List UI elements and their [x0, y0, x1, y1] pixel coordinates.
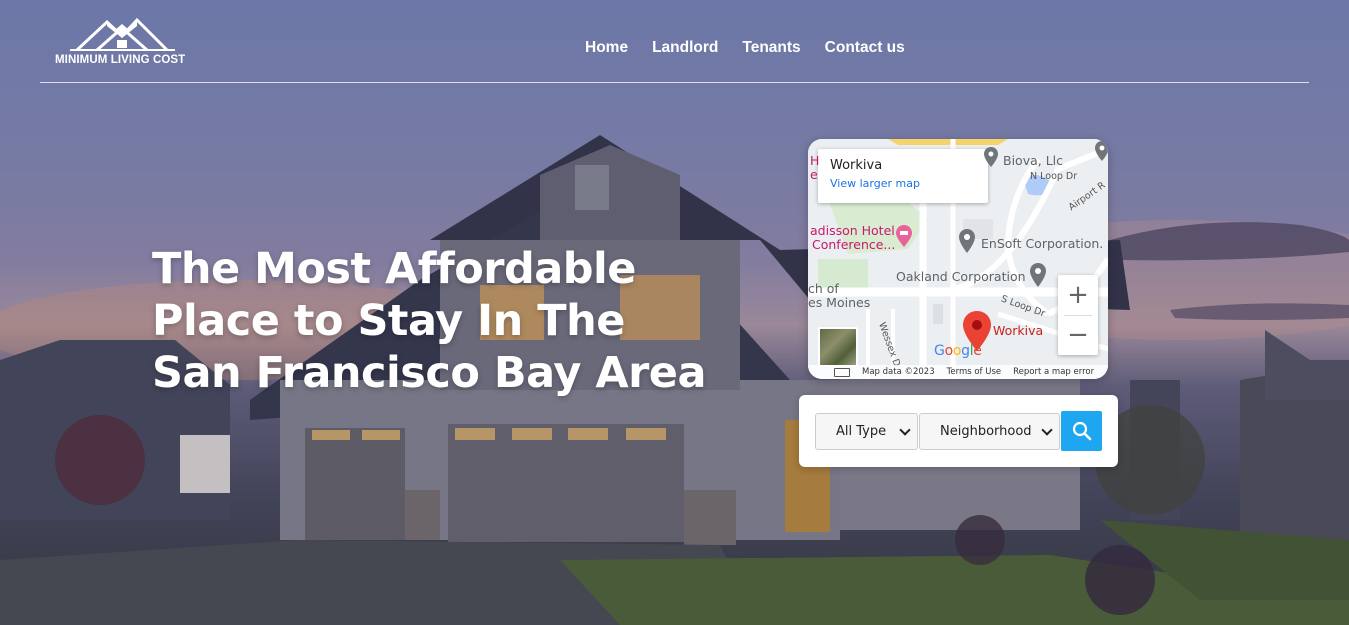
search-button[interactable] — [1061, 411, 1102, 451]
neighborhood-select[interactable]: Neighborhood — [919, 413, 1060, 450]
view-larger-map-link[interactable]: View larger map — [830, 177, 976, 190]
map-label-church-2: es Moines — [808, 295, 871, 310]
map-label-radisson-2: Conference... — [812, 237, 896, 252]
map-zoom-controls: + − — [1058, 275, 1098, 355]
headline-line-2: Place to Stay In The — [152, 296, 625, 346]
map-attribution: Map data ©2023 Terms of Use Report a map… — [808, 365, 1108, 379]
property-search-bar: All Type Neighborhood — [799, 395, 1118, 467]
nav-landlord[interactable]: Landlord — [652, 39, 718, 57]
chevron-down-icon — [1041, 424, 1053, 436]
nav-tenants[interactable]: Tenants — [742, 39, 800, 57]
report-map-error-link[interactable]: Report a map error — [1013, 367, 1094, 377]
zoom-out-button[interactable]: − — [1058, 315, 1098, 355]
type-select-value: All Type — [836, 424, 887, 439]
map-label-ensoft: EnSoft Corporation. — [981, 236, 1104, 251]
place-name: Workiva — [830, 158, 883, 173]
map-label-radisson-1: adisson Hotel — [810, 223, 895, 238]
terms-of-use-link[interactable]: Terms of Use — [947, 367, 1002, 377]
map-label-church-1: ch of — [808, 281, 839, 296]
map-label-n-loop: N Loop Dr — [1030, 171, 1078, 182]
logo-text: MINIMUM LIVING COST — [55, 54, 186, 66]
embedded-map[interactable]: Workiva View larger map H e Biova, Llc N… — [808, 139, 1108, 379]
hero-headline: The Most Affordable Place to Stay In The… — [152, 243, 752, 399]
nav-contact-us[interactable]: Contact us — [825, 39, 905, 57]
house-logo-icon — [70, 17, 175, 52]
zoom-in-button[interactable]: + — [1058, 275, 1098, 315]
ensoft-pin-icon — [959, 229, 975, 253]
map-label-biova: Biova, Llc — [1003, 153, 1064, 168]
google-logo: Google — [934, 343, 982, 359]
search-icon — [1072, 421, 1091, 441]
headline-line-3: San Francisco Bay Area — [152, 348, 706, 398]
site-logo[interactable]: MINIMUM LIVING COST — [55, 16, 205, 70]
hotel-pin-icon — [896, 225, 912, 247]
map-pin-icon — [1095, 141, 1108, 161]
nav-home[interactable]: Home — [585, 39, 628, 57]
keyboard-icon[interactable] — [834, 367, 850, 377]
oakland-pin-icon — [1030, 263, 1046, 287]
place-info-card: Workiva View larger map — [818, 149, 988, 203]
map-label-oakland: Oakland Corporation — [896, 269, 1026, 284]
map-data-text: Map data ©2023 — [862, 367, 935, 377]
map-label-e: e — [810, 167, 818, 182]
map-label-workiva: Workiva — [993, 323, 1044, 338]
biova-pin-icon — [984, 147, 998, 167]
satellite-toggle[interactable] — [818, 327, 858, 367]
neighborhood-select-value: Neighborhood — [940, 424, 1032, 439]
chevron-down-icon — [899, 424, 911, 436]
map-label-h: H — [810, 153, 820, 168]
headline-line-1: The Most Affordable — [152, 244, 636, 294]
type-select[interactable]: All Type — [815, 413, 918, 450]
header-divider — [40, 82, 1309, 83]
main-nav: Home Landlord Tenants Contact us — [585, 39, 929, 57]
